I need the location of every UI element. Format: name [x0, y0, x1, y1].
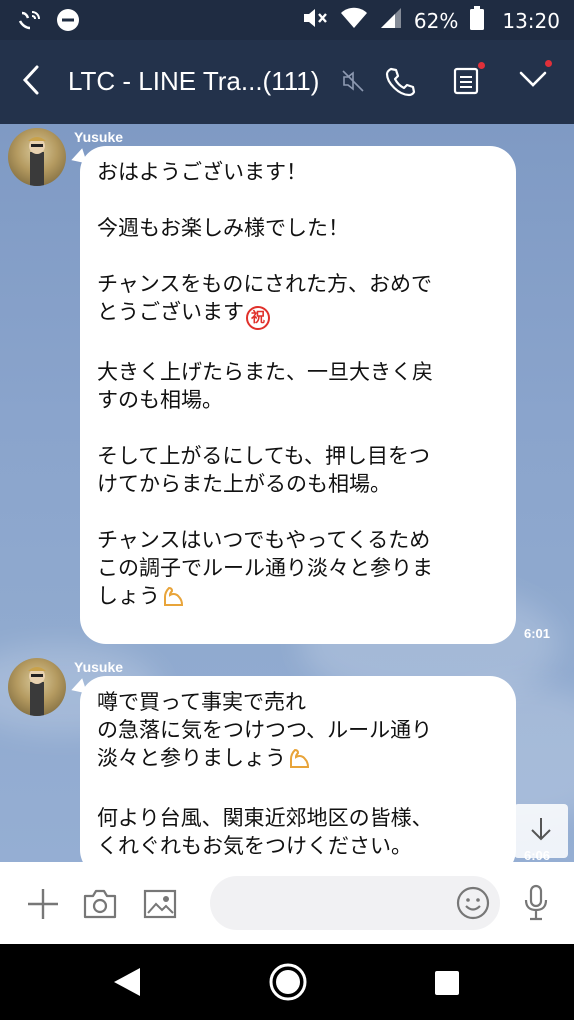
- message-line: 淡々と参りましょう: [97, 746, 286, 770]
- nav-back-icon[interactable]: [112, 966, 142, 1002]
- status-bar: 62% 13:20: [0, 0, 574, 40]
- sender-name: Yusuke: [74, 129, 124, 145]
- smile-icon[interactable]: [456, 886, 490, 924]
- do-not-disturb-icon: [56, 8, 80, 36]
- wifi-icon: [340, 7, 368, 34]
- message-line: この調子でルール通り淡々と参りま: [97, 556, 433, 580]
- message-bubble[interactable]: 噂で買って事実で売れ の急落に気をつけつつ、ルール通り 淡々と参りましょう 何よ…: [68, 676, 516, 862]
- mic-icon[interactable]: [522, 884, 550, 926]
- message-line: 噂で買って事実で売れ: [97, 690, 306, 714]
- notes-notification-dot: [478, 62, 485, 69]
- message-line: とうございます: [97, 300, 244, 324]
- scroll-to-bottom-button[interactable]: [514, 804, 568, 858]
- plus-icon[interactable]: [26, 887, 60, 925]
- message-line: しょう: [97, 584, 160, 608]
- message-line: 何より台風、関東近郊地区の皆様、: [97, 806, 433, 830]
- arrow-down-icon: [529, 816, 553, 846]
- chat-title[interactable]: LTC - LINE Tra...(111): [68, 66, 319, 97]
- message-bubble[interactable]: おはようございます！ 今週もお楽しみ様でした！ チャンスをものにされた方、おめで…: [68, 146, 516, 644]
- battery-percent: 62%: [413, 8, 459, 33]
- clock: 13:20: [502, 8, 560, 33]
- chevron-down-icon[interactable]: [518, 60, 552, 94]
- signal-icon: [380, 7, 402, 34]
- menu-notification-dot: [545, 60, 552, 67]
- image-icon[interactable]: [142, 888, 178, 924]
- avatar[interactable]: [8, 128, 66, 186]
- message-line: チャンスはいつでもやってくるため: [97, 528, 431, 552]
- camera-icon[interactable]: [82, 888, 118, 924]
- flexed-arm-emoji-icon: [288, 747, 312, 776]
- phone-icon[interactable]: [384, 66, 416, 102]
- notes-icon[interactable]: [452, 62, 485, 100]
- mute-icon: [302, 7, 328, 34]
- message-line: すのも相場。: [97, 388, 223, 412]
- message-line: くれぐれもお気をつけください。: [97, 834, 412, 858]
- muted-speaker-icon: [342, 70, 364, 96]
- flexed-arm-emoji-icon: [162, 585, 186, 614]
- wifi-calling-icon: [18, 9, 42, 35]
- system-nav-bar: [0, 944, 574, 1020]
- message-time: 6:01: [524, 626, 551, 641]
- message-line: けてからまた上がるのも相場。: [97, 472, 391, 496]
- battery-icon: [470, 6, 485, 35]
- message-line: おはようございます！: [97, 160, 307, 184]
- nav-recent-icon[interactable]: [434, 970, 460, 1000]
- celebration-emoji-icon: 祝: [246, 306, 270, 330]
- message-line: そして上がるにしても、押し目をつ: [97, 444, 431, 468]
- message-line: 大きく上げたらまた、一旦大きく戻: [97, 360, 433, 384]
- sender-name: Yusuke: [74, 659, 124, 675]
- message-line: の急落に気をつけつつ、ルール通り: [97, 718, 433, 742]
- message-line: 今週もお楽しみ様でした！: [97, 216, 349, 240]
- chat-area[interactable]: Yusuke おはようございます！ 今週もお楽しみ様でした！ チャンスをものにさ…: [0, 124, 574, 862]
- nav-home-icon[interactable]: [268, 962, 308, 1006]
- chat-header: LTC - LINE Tra...(111): [0, 40, 574, 124]
- message-line: チャンスをものにされた方、おめで: [97, 272, 432, 296]
- avatar[interactable]: [8, 658, 66, 716]
- back-icon[interactable]: [20, 64, 42, 100]
- message-input-bar: [0, 862, 574, 944]
